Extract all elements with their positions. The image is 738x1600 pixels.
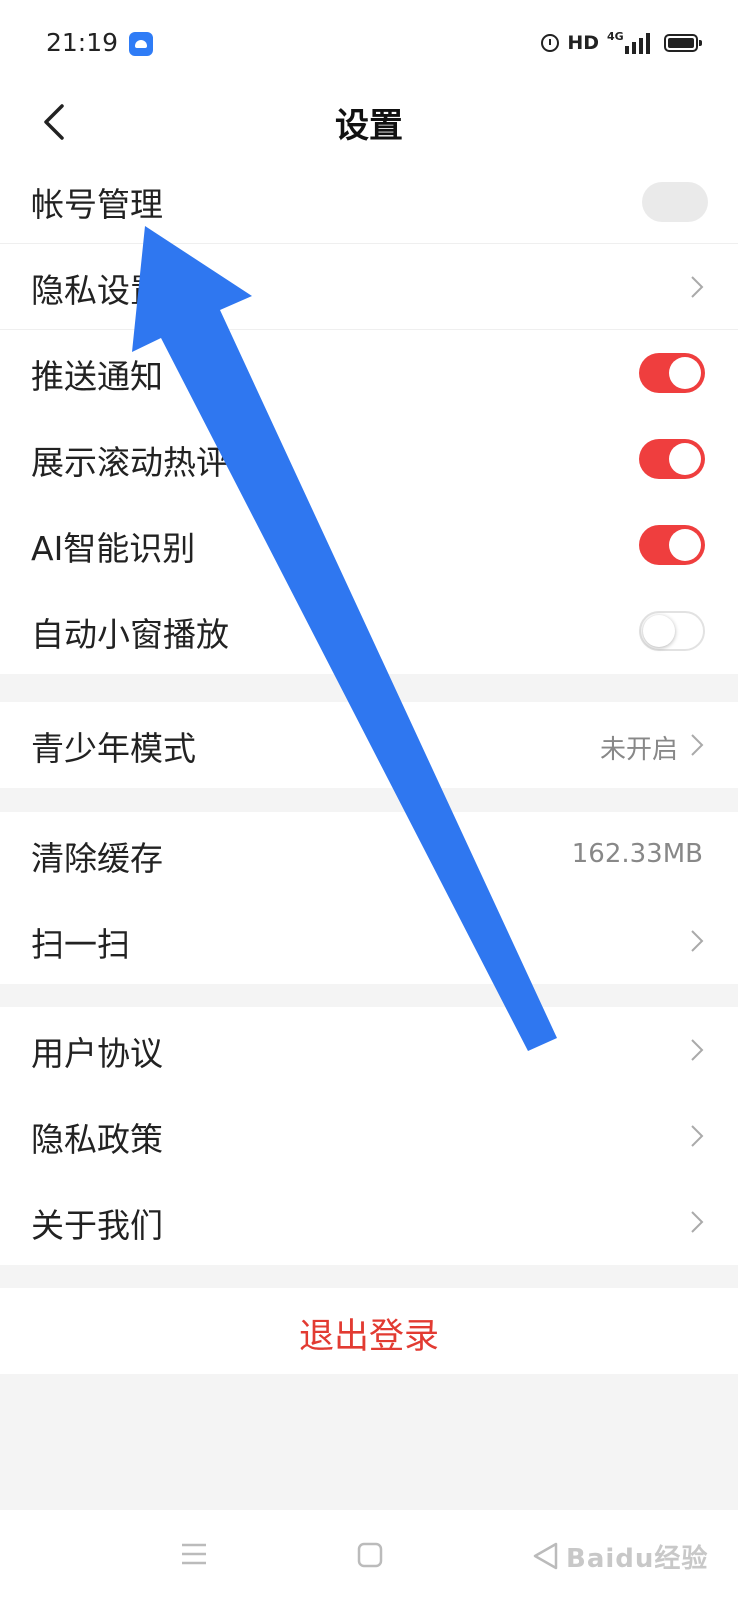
watermark: Baidu经验 — [566, 1544, 709, 1574]
logout-label: 退出登录 — [298, 1317, 439, 1357]
chevron-right-icon — [691, 276, 704, 298]
row-label: 自动小窗播放 — [31, 615, 229, 654]
menu-icon[interactable] — [180, 1542, 208, 1566]
row-privacy-settings[interactable]: 隐私设置 — [0, 244, 738, 330]
row-label: 用户协议 — [31, 1034, 163, 1073]
settings-group-tools: 清除缓存 162.33MB 扫一扫 — [0, 812, 738, 984]
teen-mode-status: 未开启 — [599, 735, 678, 765]
settings-group-about: 用户协议 隐私政策 关于我们 — [0, 1007, 738, 1265]
logout-button[interactable]: 退出登录 — [0, 1288, 738, 1374]
row-label: 关于我们 — [31, 1206, 163, 1245]
header: 设置 — [0, 88, 738, 158]
row-account[interactable]: 帐号管理 — [0, 158, 738, 244]
signal-icon: 4G — [607, 30, 650, 54]
network-type: 4G — [607, 30, 624, 43]
ai-recognition-toggle[interactable] — [639, 525, 705, 565]
row-label: 扫一扫 — [31, 925, 130, 964]
back-icon[interactable] — [532, 1542, 558, 1570]
row-label: 帐号管理 — [31, 185, 163, 224]
system-nav-bar: Baidu经验 — [0, 1510, 738, 1600]
row-label: 推送通知 — [31, 357, 163, 396]
page-title: 设置 — [335, 106, 403, 146]
auto-pip-toggle[interactable] — [639, 611, 705, 651]
battery-icon — [664, 34, 702, 52]
row-scroll-comments: 展示滚动热评 — [0, 416, 738, 502]
hd-label: HD — [567, 32, 599, 54]
row-label: 隐私政策 — [31, 1120, 163, 1159]
row-privacy-policy[interactable]: 隐私政策 — [0, 1093, 738, 1179]
scroll-comments-toggle[interactable] — [639, 439, 705, 479]
status-indicators: HD 4G — [541, 28, 702, 58]
row-ai-recognition: AI智能识别 — [0, 502, 738, 588]
row-clear-cache[interactable]: 清除缓存 162.33MB — [0, 812, 738, 898]
row-label: AI智能识别 — [31, 529, 196, 568]
chevron-right-icon — [691, 734, 704, 756]
settings-group-teen: 青少年模式 未开启 — [0, 702, 738, 788]
row-scan[interactable]: 扫一扫 — [0, 898, 738, 984]
blurred-avatar — [642, 182, 708, 222]
chevron-right-icon — [691, 1125, 704, 1147]
row-push-notifications: 推送通知 — [0, 330, 738, 416]
chevron-right-icon — [691, 1211, 704, 1233]
row-user-agreement[interactable]: 用户协议 — [0, 1007, 738, 1093]
row-label: 清除缓存 — [31, 839, 163, 878]
chevron-right-icon — [691, 1039, 704, 1061]
settings-group-general: 帐号管理 隐私设置 推送通知 展示滚动热评 AI智能识别 自动小窗播放 — [0, 158, 738, 674]
home-icon[interactable] — [357, 1542, 383, 1568]
row-label: 展示滚动热评 — [31, 443, 229, 482]
row-label: 青少年模式 — [31, 729, 196, 768]
status-bar: 21:19 HD 4G — [0, 0, 738, 88]
row-auto-pip: 自动小窗播放 — [0, 588, 738, 674]
row-about-us[interactable]: 关于我们 — [0, 1179, 738, 1265]
chevron-right-icon — [691, 930, 704, 952]
app-notification-icon — [129, 32, 153, 56]
push-toggle[interactable] — [639, 353, 705, 393]
row-label: 隐私设置 — [31, 271, 163, 310]
cache-size: 162.33MB — [571, 839, 703, 869]
row-teen-mode[interactable]: 青少年模式 未开启 — [0, 702, 738, 788]
alarm-icon — [541, 34, 560, 52]
status-time: 21:19 — [46, 28, 119, 57]
